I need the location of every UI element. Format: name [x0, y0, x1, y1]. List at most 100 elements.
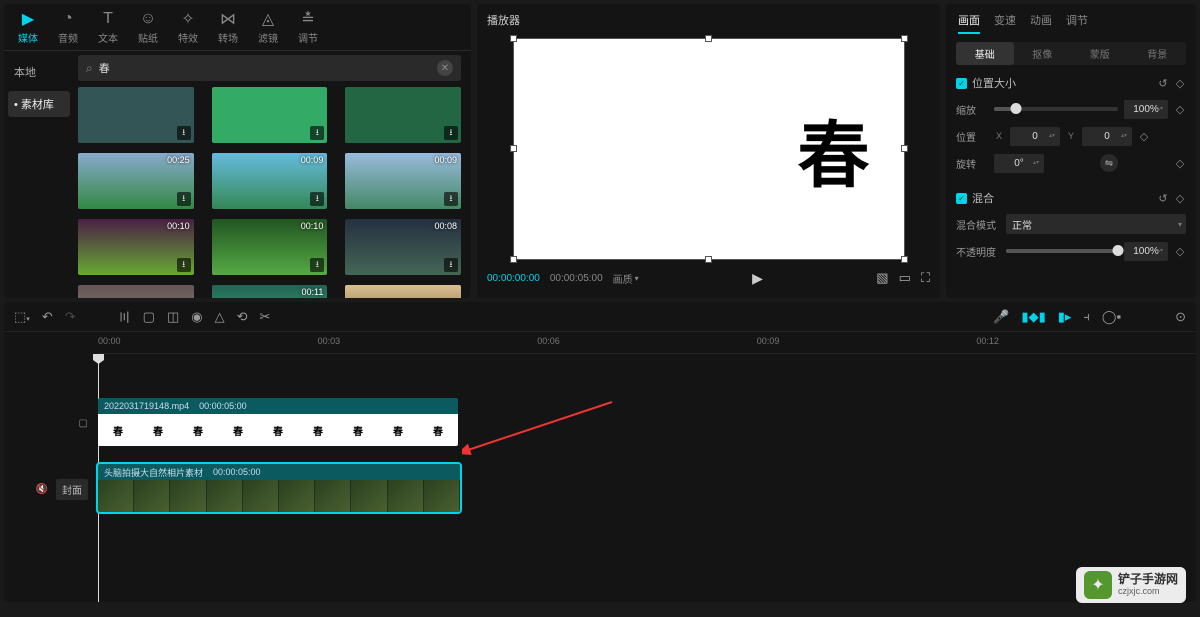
- track-lock-icon[interactable]: ▢: [79, 418, 88, 429]
- inspector-subtab[interactable]: 背景: [1129, 42, 1187, 65]
- ratio-icon[interactable]: ▭: [899, 270, 911, 286]
- scale-slider[interactable]: [994, 107, 1118, 111]
- sidebar-item[interactable]: • 素材库: [8, 91, 70, 117]
- media-clip[interactable]: ⭳: [78, 285, 194, 298]
- pointer-tool-icon[interactable]: ⬚▾: [14, 309, 30, 325]
- keyframe-icon[interactable]: ◇: [1174, 192, 1186, 205]
- blend-section: ✓ 混合 ↺ ◇ 混合模式 正常▾ 不透明度 100%▴▾ ◇: [956, 190, 1186, 268]
- media-clip[interactable]: 00:09⭳: [212, 153, 328, 209]
- align-icon[interactable]: ⫞: [1083, 309, 1090, 325]
- download-icon[interactable]: ⭳: [310, 126, 324, 140]
- player-canvas[interactable]: 春: [514, 39, 904, 259]
- main-tab-transition[interactable]: ⋈转场: [208, 6, 248, 48]
- main-tab-media[interactable]: ▶媒体: [8, 6, 48, 48]
- inspector-subtab[interactable]: 蒙版: [1071, 42, 1129, 65]
- download-icon[interactable]: ⭳: [444, 258, 458, 272]
- mute-icon[interactable]: 🔇: [36, 484, 48, 495]
- split-icon[interactable]: 〣: [118, 307, 131, 326]
- link-icon[interactable]: ▮▸: [1058, 309, 1072, 325]
- main-tab-text[interactable]: T文本: [88, 6, 128, 48]
- media-clip[interactable]: 00:08⭳: [345, 219, 461, 275]
- main-tab-sticker[interactable]: ☺贴纸: [128, 6, 168, 48]
- redo-icon[interactable]: ↷: [65, 309, 76, 325]
- media-clip[interactable]: 00:10⭳: [212, 219, 328, 275]
- quality-selector[interactable]: 画质 ▾: [613, 271, 639, 286]
- main-tab-filter[interactable]: ◬滤镜: [248, 6, 288, 48]
- position-y[interactable]: 0▴▾: [1082, 127, 1132, 146]
- media-clip[interactable]: ⭳: [345, 87, 461, 143]
- video-clip[interactable]: 头脑拍摄大自然相片素材00:00:05:00: [98, 464, 460, 512]
- preview-icon[interactable]: ◯▪: [1102, 309, 1121, 325]
- undo-icon[interactable]: ↶: [42, 309, 53, 325]
- zoom-fit-icon[interactable]: ⊙: [1175, 309, 1186, 325]
- blend-mode-select[interactable]: 正常▾: [1006, 214, 1186, 234]
- search-input[interactable]: [99, 62, 437, 74]
- keyframe-icon[interactable]: ◇: [1174, 157, 1186, 170]
- keyframe-icon[interactable]: ◇: [1138, 130, 1150, 143]
- canvas-text[interactable]: 春: [797, 97, 869, 202]
- inspector-panel: 画面变速动画调节 基础抠像蒙版背景 ✓ 位置大小 ↺ ◇ 缩放 100%▴▾ ◇…: [946, 4, 1196, 298]
- inspector-subtab[interactable]: 抠像: [1014, 42, 1072, 65]
- clear-search-icon[interactable]: ✕: [437, 60, 453, 76]
- play-button[interactable]: ▶: [752, 270, 763, 287]
- media-clip[interactable]: 00:25⭳: [78, 153, 194, 209]
- inspector-tab[interactable]: 动画: [1030, 12, 1052, 34]
- media-clip[interactable]: ⭳: [345, 285, 461, 298]
- download-icon[interactable]: ⭳: [310, 258, 324, 272]
- inspector-tab[interactable]: 画面: [958, 12, 980, 34]
- mirror-icon[interactable]: △: [215, 309, 225, 325]
- scale-value[interactable]: 100%▴▾: [1124, 100, 1168, 119]
- search-icon: ⌕: [86, 61, 93, 76]
- media-clip[interactable]: 00:11⭳: [212, 285, 328, 298]
- sidebar-item[interactable]: 本地: [8, 59, 70, 85]
- position-row: 位置 X 0▴▾ Y 0▴▾ ◇: [956, 126, 1186, 146]
- player-stage[interactable]: 春: [487, 34, 930, 264]
- main-tab-adjust[interactable]: ≛调节: [288, 6, 328, 48]
- download-icon[interactable]: ⭳: [177, 126, 191, 140]
- media-clip[interactable]: ⭳: [212, 87, 328, 143]
- media-clip[interactable]: 00:09⭳: [345, 153, 461, 209]
- main-tab-audio[interactable]: ◔音频: [48, 6, 88, 48]
- cover-button[interactable]: 封面: [56, 479, 88, 500]
- search-box[interactable]: ⌕ ✕: [78, 55, 461, 81]
- media-clip[interactable]: ⭳: [78, 87, 194, 143]
- crop-icon[interactable]: ◫: [167, 309, 179, 325]
- speed-icon[interactable]: ◉: [191, 309, 202, 325]
- timeline-tracks: ▢ 2022031719148.mp400:00:05:00 春春春春春春春春春…: [4, 354, 1196, 602]
- timeline-ruler[interactable]: 00:0000:0300:0600:0900:12: [98, 332, 1196, 354]
- mic-icon[interactable]: 🎤: [993, 309, 1009, 325]
- inspector-tab[interactable]: 变速: [994, 12, 1016, 34]
- download-icon[interactable]: ⭳: [310, 192, 324, 206]
- inspector-tabs: 画面变速动画调节: [956, 8, 1186, 42]
- flip-horizontal-icon[interactable]: ⇋: [1100, 154, 1118, 172]
- magnet-on-icon[interactable]: ▮◆▮: [1021, 309, 1045, 325]
- position-size-checkbox[interactable]: ✓: [956, 78, 967, 89]
- blend-mode-row: 混合模式 正常▾: [956, 214, 1186, 234]
- reset-icon[interactable]: ↺: [1157, 77, 1169, 90]
- media-clip[interactable]: 00:10⭳: [78, 219, 194, 275]
- download-icon[interactable]: ⭳: [177, 192, 191, 206]
- reset-icon[interactable]: ↺: [1157, 192, 1169, 205]
- inspector-tab[interactable]: 调节: [1066, 12, 1088, 34]
- position-x[interactable]: 0▴▾: [1010, 127, 1060, 146]
- position-size-section: ✓ 位置大小 ↺ ◇ 缩放 100%▴▾ ◇ 位置 X 0▴▾ Y 0▴▾ ◇: [956, 75, 1186, 180]
- download-icon[interactable]: ⭳: [444, 126, 458, 140]
- inspector-subtab[interactable]: 基础: [956, 42, 1014, 65]
- fullscreen-icon[interactable]: ⛶: [921, 270, 930, 286]
- text-clip[interactable]: 2022031719148.mp400:00:05:00 春春春春春春春春春: [98, 398, 458, 446]
- crop2-icon[interactable]: ✂: [259, 309, 270, 325]
- keyframe-icon[interactable]: ◇: [1174, 103, 1186, 116]
- download-icon[interactable]: ⭳: [444, 192, 458, 206]
- rotation-value[interactable]: 0°▴▾: [994, 154, 1044, 173]
- main-tab-effect[interactable]: ✧特效: [168, 6, 208, 48]
- opacity-value[interactable]: 100%▴▾: [1124, 242, 1168, 261]
- keyframe-icon[interactable]: ◇: [1174, 245, 1186, 258]
- rotate-icon[interactable]: ⟲: [237, 309, 248, 325]
- watermark-logo-icon: ✦: [1084, 571, 1112, 599]
- keyframe-icon[interactable]: ◇: [1174, 77, 1186, 90]
- blend-checkbox[interactable]: ✓: [956, 193, 967, 204]
- opacity-slider[interactable]: [1006, 249, 1118, 253]
- download-icon[interactable]: ⭳: [177, 258, 191, 272]
- snapshot-icon[interactable]: ▧: [876, 270, 888, 286]
- delete-icon[interactable]: ▢: [143, 309, 155, 325]
